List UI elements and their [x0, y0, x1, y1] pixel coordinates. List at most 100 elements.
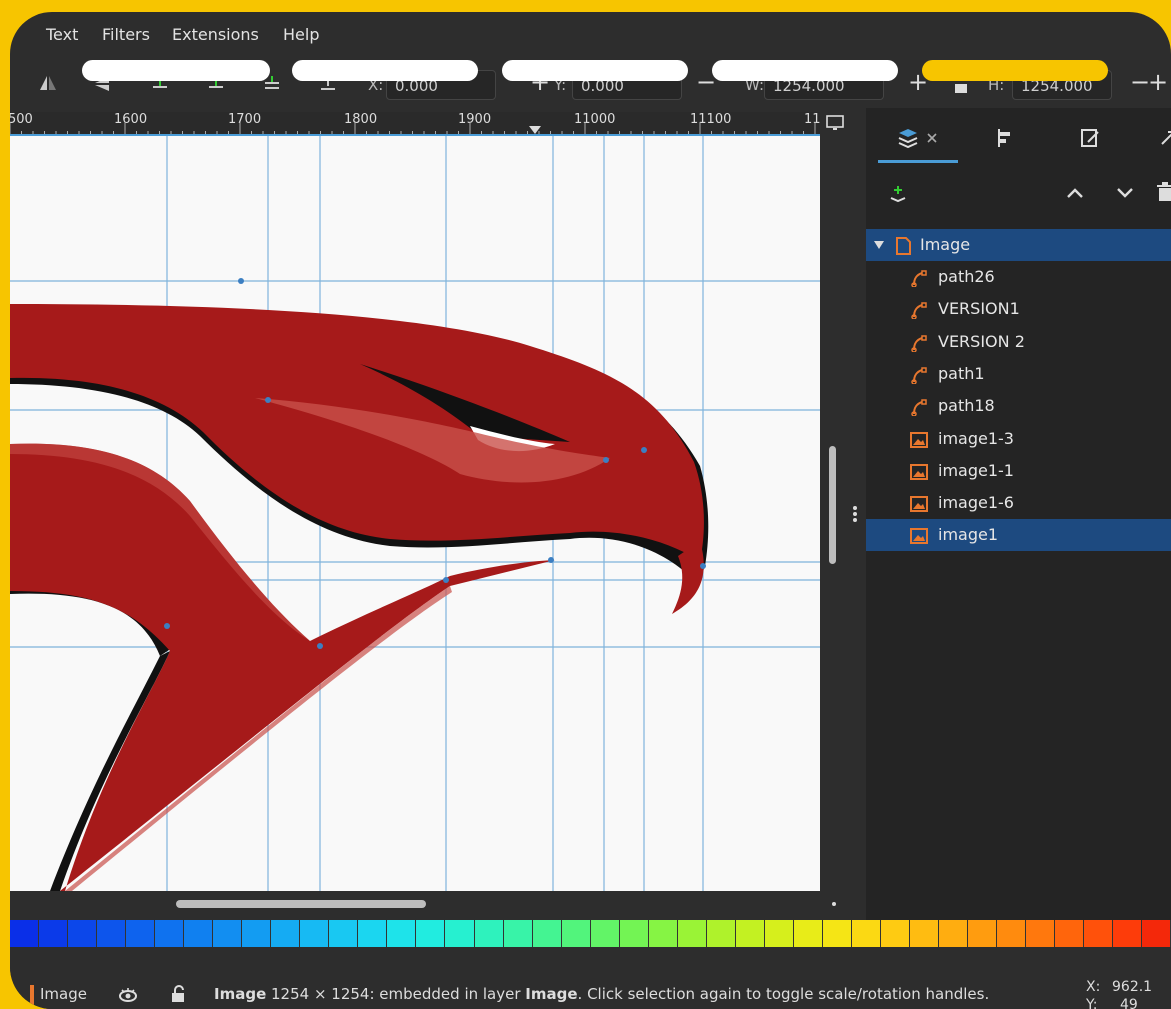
visibility-eye-icon[interactable]	[118, 987, 138, 1003]
layer-row-path[interactable]: path18	[866, 390, 1171, 422]
horizontal-scrollbar[interactable]	[10, 891, 820, 917]
horizontal-ruler: 500 1600 1700 1800 1900 11000 11100 11	[10, 112, 821, 136]
cursor-x-label: X:	[1086, 979, 1101, 995]
menu-text[interactable]: Text	[46, 25, 78, 44]
palette-swatch[interactable]	[532, 920, 562, 947]
palette-swatch[interactable]	[735, 920, 765, 947]
add-layer-icon[interactable]	[888, 184, 908, 204]
layer-row-path[interactable]: path26	[866, 261, 1171, 293]
palette-swatch[interactable]	[155, 920, 185, 947]
palette-swatch[interactable]	[126, 920, 156, 947]
palette-swatch[interactable]	[474, 920, 504, 947]
palette-swatch[interactable]	[764, 920, 794, 947]
layer-row-image[interactable]: Image	[866, 229, 1171, 261]
redaction-bar-2	[292, 60, 478, 81]
palette-swatch[interactable]	[213, 920, 243, 947]
layer-row-image[interactable]: image1-3	[866, 423, 1171, 455]
layer-row-path[interactable]: VERSION1	[866, 293, 1171, 325]
palette-swatch[interactable]	[416, 920, 446, 947]
palette-swatch[interactable]	[793, 920, 823, 947]
drawing-canvas[interactable]	[10, 136, 820, 891]
palette-swatch[interactable]	[271, 920, 301, 947]
vertical-scroll-thumb[interactable]	[829, 446, 836, 564]
status-message: Image 1254 × 1254: embedded in layer Ima…	[214, 985, 989, 1003]
vertical-scrollbar[interactable]	[825, 136, 839, 916]
palette-swatch[interactable]	[648, 920, 678, 947]
layer-label: Image	[920, 235, 971, 254]
panel-handle-icon[interactable]	[852, 502, 858, 526]
layer-row-path[interactable]: path1	[866, 358, 1171, 390]
redaction-bar-1	[82, 60, 270, 81]
palette-swatch[interactable]	[590, 920, 620, 947]
align-tab-icon[interactable]	[992, 126, 1016, 150]
xml-tab-icon[interactable]	[1158, 126, 1171, 150]
delete-icon[interactable]	[1156, 182, 1171, 202]
palette-swatch[interactable]	[300, 920, 330, 947]
ruler-marker-icon	[529, 126, 541, 134]
flip-horizontal-icon[interactable]	[38, 74, 58, 94]
palette-swatch[interactable]	[1026, 920, 1056, 947]
palette-swatch[interactable]	[880, 920, 910, 947]
layer-label: path26	[938, 267, 995, 286]
palette-swatch[interactable]	[822, 920, 852, 947]
menu-extensions[interactable]: Extensions	[172, 25, 259, 44]
cursor-x-value: 962.1	[1112, 979, 1153, 995]
display-mode-icon[interactable]	[825, 114, 845, 132]
color-palette[interactable]	[10, 920, 1171, 947]
close-tab-icon[interactable]	[926, 132, 938, 144]
move-down-icon[interactable]	[1116, 186, 1134, 200]
palette-swatch[interactable]	[184, 920, 214, 947]
palette-swatch[interactable]	[997, 920, 1027, 947]
palette-swatch[interactable]	[68, 920, 98, 947]
palette-swatch[interactable]	[561, 920, 591, 947]
palette-swatch[interactable]	[387, 920, 417, 947]
palette-swatch[interactable]	[1055, 920, 1085, 947]
layer-row-image[interactable]: image1-6	[866, 487, 1171, 519]
layer-label: image1-6	[938, 493, 1014, 513]
palette-swatch[interactable]	[619, 920, 649, 947]
palette-swatch[interactable]	[445, 920, 475, 947]
palette-swatch[interactable]	[1113, 920, 1143, 947]
palette-swatch[interactable]	[706, 920, 736, 947]
layers-tab-icon[interactable]	[896, 126, 920, 150]
palette-swatch[interactable]	[39, 920, 69, 947]
path-icon	[911, 270, 927, 287]
layer-row-image[interactable]: image1	[866, 519, 1171, 552]
move-up-icon[interactable]	[1066, 186, 1084, 200]
menu-help[interactable]: Help	[283, 25, 319, 44]
palette-swatch[interactable]	[10, 920, 40, 947]
menu-filters[interactable]: Filters	[102, 25, 150, 44]
layers-objects-panel: Image path26 VERSION1 VERSION 2 path1 path18…	[866, 108, 1171, 922]
layer-row-image[interactable]: image1-1	[866, 455, 1171, 487]
expand-chevron-icon[interactable]	[874, 241, 884, 249]
current-layer-label[interactable]: Image	[40, 985, 87, 1003]
palette-swatch[interactable]	[1142, 920, 1171, 947]
palette-swatch[interactable]	[1084, 920, 1114, 947]
h-plus-button[interactable]: +	[1148, 68, 1168, 96]
tool-controls-bar: X: 0.000 + Y: 0.000 − W: 1254.000 + H: 1…	[10, 56, 1171, 114]
palette-swatch[interactable]	[242, 920, 272, 947]
status-bold-layer: Image	[525, 985, 578, 1003]
palette-swatch[interactable]	[939, 920, 969, 947]
canvas-svg[interactable]	[10, 136, 820, 891]
status-text-1: 1254 × 1254: embedded in layer	[266, 985, 526, 1003]
image-icon	[910, 431, 928, 448]
palette-swatch[interactable]	[503, 920, 533, 947]
unlock-icon[interactable]	[170, 985, 186, 1003]
palette-swatch[interactable]	[97, 920, 127, 947]
palette-swatch[interactable]	[909, 920, 939, 947]
layer-row-path[interactable]: VERSION 2	[866, 326, 1171, 358]
palette-swatch[interactable]	[968, 920, 998, 947]
layer-label: path18	[938, 396, 995, 416]
horizontal-scroll-thumb[interactable]	[176, 900, 426, 908]
palette-swatch[interactable]	[358, 920, 388, 947]
palette-swatch[interactable]	[329, 920, 359, 947]
redaction-bar-5	[922, 60, 1108, 81]
path-icon	[911, 302, 927, 320]
palette-swatch[interactable]	[851, 920, 881, 947]
inkscape-window: Text Filters Extensions Help X: 0.000 + …	[10, 12, 1171, 1009]
corner-dot-icon	[832, 902, 836, 906]
redaction-bar-3	[502, 60, 688, 81]
palette-swatch[interactable]	[677, 920, 707, 947]
fill-stroke-tab-icon[interactable]	[1078, 126, 1102, 150]
